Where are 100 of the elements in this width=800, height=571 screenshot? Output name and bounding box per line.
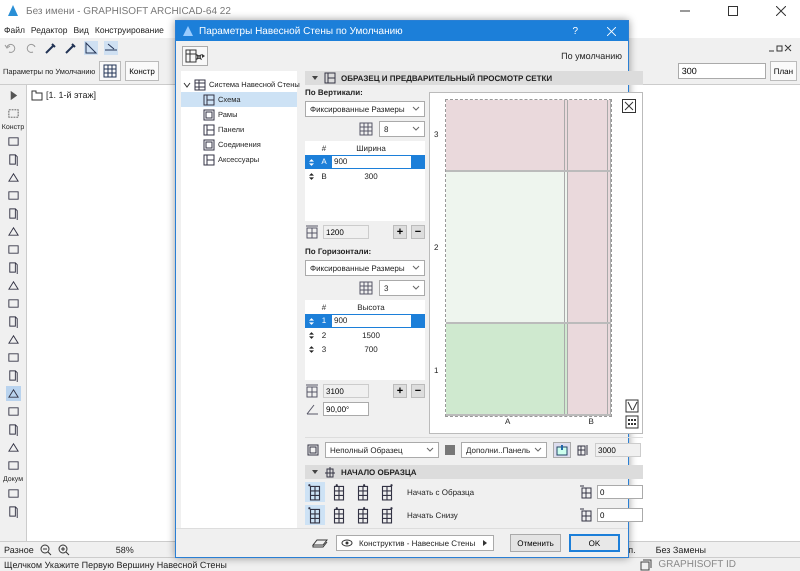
close-preview-icon[interactable]: [622, 99, 636, 113]
collapse-arrow-icon: [311, 74, 319, 82]
layer-button[interactable]: Констр: [125, 61, 159, 81]
table-row[interactable]: 1 900: [305, 314, 425, 328]
offset-field[interactable]: 0: [597, 508, 643, 522]
bottom-bar-item[interactable]: Без Замены: [656, 544, 706, 554]
table-cell-text: 300: [363, 172, 379, 180]
add-button[interactable]: +: [393, 384, 407, 398]
favorites-icon: [185, 49, 205, 63]
section-icon: [324, 72, 336, 84]
total-field[interactable]: 1200: [323, 225, 369, 239]
section-header[interactable]: ОБРАЗЕЦ И ПРЕДВАРИТЕЛЬНЫЙ ПРОСМОТР СЕТКИ: [305, 71, 643, 85]
drag-handle-icon[interactable]: [308, 332, 314, 338]
snap-icon[interactable]: [104, 41, 118, 55]
count-dropdown[interactable]: 3: [379, 280, 425, 296]
help-button[interactable]: ?: [572, 26, 578, 36]
angle-icon: [305, 402, 319, 416]
origin-option-icon[interactable]: [305, 505, 325, 525]
eye-icon: [341, 537, 353, 549]
drag-handle-icon[interactable]: [308, 158, 314, 166]
menu-item[interactable]: Редактор: [30, 25, 68, 35]
geometry-button[interactable]: [99, 61, 122, 81]
story-label: [1. 1-й этаж]: [46, 90, 96, 100]
column-header: #: [320, 302, 328, 312]
remove-button[interactable]: −: [411, 225, 425, 239]
menu-item[interactable]: Конструирование: [94, 25, 164, 35]
dotted-grid-icon[interactable]: [625, 415, 639, 429]
offset-field[interactable]: 300: [678, 63, 766, 79]
component-icon: [203, 138, 215, 150]
table-cell: 1: [317, 314, 331, 328]
pattern-icon: [307, 444, 319, 456]
bottom-bar-item[interactable]: п.: [628, 544, 636, 554]
favorites-button[interactable]: [182, 46, 208, 66]
close-icon[interactable]: [776, 6, 786, 16]
ok-button[interactable]: OK: [568, 534, 620, 552]
total-field[interactable]: 3100: [323, 384, 369, 398]
add-button[interactable]: +: [393, 225, 407, 239]
row-label: 3: [434, 129, 440, 142]
total-size-icon: [305, 225, 319, 239]
table-row[interactable]: 3 700: [305, 342, 425, 356]
value-input[interactable]: 900: [331, 314, 425, 328]
menu-item[interactable]: Вид: [74, 25, 89, 35]
row-label: 2: [434, 242, 440, 254]
section-header[interactable]: НАЧАЛО ОБРАЗЦА: [305, 465, 643, 479]
table-cell-text: 700: [363, 344, 379, 354]
remove-button[interactable]: −: [411, 384, 425, 398]
eyedropper-icon[interactable]: [64, 41, 78, 55]
table-cell-text: 3: [320, 344, 328, 354]
grid-count-icon: [359, 281, 373, 295]
grid-count-icon: [359, 122, 373, 136]
mode-dropdown[interactable]: Фиксированные Размеры: [305, 260, 425, 276]
diagonal-lines-icon[interactable]: [625, 399, 639, 413]
table-cell-text: B: [320, 172, 328, 180]
drag-handle-icon[interactable]: [308, 172, 314, 180]
dialog-title: Параметры Навесной Стены по Умолчанию: [199, 26, 403, 36]
drag-handle-icon[interactable]: [308, 318, 314, 324]
grid-icon: [103, 64, 118, 78]
windows-icon[interactable]: [640, 558, 652, 570]
panel-settings-icon: [556, 444, 568, 456]
table-row[interactable]: 2 1500: [305, 328, 425, 342]
ruler-triangle-icon[interactable]: [84, 41, 98, 55]
zoom-in-icon[interactable]: [58, 544, 70, 556]
menu-item[interactable]: Файл: [4, 25, 25, 35]
height-field[interactable]: 3000: [595, 443, 641, 457]
axis-label: По Горизонтали:: [305, 247, 372, 256]
pattern-dropdown[interactable]: Неполный Образец: [325, 442, 439, 458]
zoom-level[interactable]: 58%: [116, 544, 134, 554]
zoom-out-icon[interactable]: [40, 544, 52, 556]
angle-field[interactable]: 90,00°: [323, 402, 369, 416]
offset-field[interactable]: 0: [597, 485, 643, 499]
drag-handle-icon[interactable]: [308, 346, 314, 352]
maximize-icon[interactable]: [728, 6, 738, 16]
layer-dropdown[interactable]: Конструктив - Навесные Стены: [336, 535, 494, 551]
app-logo-icon: [6, 4, 20, 18]
table-row[interactable]: B 300: [305, 169, 425, 183]
table-row[interactable]: A 900: [305, 155, 425, 169]
origin-label: Начать Снизу: [407, 510, 458, 520]
panel-label: Разное: [4, 544, 34, 554]
section-icon: [324, 466, 336, 478]
submenu-arrow-icon: [481, 539, 490, 547]
panel-dropdown[interactable]: Дополни..Панель: [461, 442, 547, 458]
eyedropper-icon[interactable]: [44, 41, 58, 55]
count-dropdown[interactable]: 8: [379, 121, 425, 137]
window-title: Без имени - GRAPHISOFT ARCHICAD-64 22: [26, 6, 231, 16]
plan-button[interactable]: План: [770, 61, 797, 81]
document-controls-icon[interactable]: [768, 44, 792, 52]
height-icon: [577, 444, 589, 456]
mode-dropdown[interactable]: Фиксированные Размеры: [305, 101, 425, 117]
component-icon: [203, 124, 215, 136]
total-size-icon: [305, 384, 319, 398]
story-icon: [31, 89, 43, 101]
tool-icon[interactable]: [6, 386, 20, 401]
component-icon: [203, 108, 215, 120]
origin-option-icon[interactable]: [305, 482, 325, 502]
chevron-icon[interactable]: [183, 80, 191, 88]
offset-icon: [579, 485, 593, 499]
layer-icon: [312, 537, 328, 549]
value-input[interactable]: 900: [331, 155, 425, 169]
panel-settings-button[interactable]: [553, 442, 571, 458]
cancel-button[interactable]: Отменить: [510, 534, 561, 552]
